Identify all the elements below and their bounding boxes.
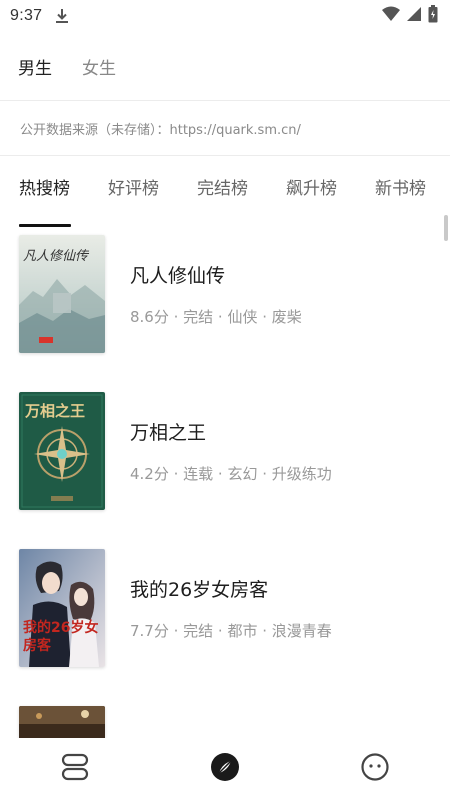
cover-title-text: 我的26岁女房客 — [23, 620, 99, 654]
book-meta: 7.7分 · 完结 · 都市 · 浪漫青春 — [130, 622, 332, 640]
book-title[interactable]: 我的26岁女房客 — [130, 575, 268, 602]
status-icons — [382, 5, 438, 27]
gender-tabs: 男生 女生 — [0, 32, 450, 100]
battery-icon — [428, 5, 438, 27]
book-cover[interactable]: 我的26岁女房客 — [19, 549, 105, 667]
tab-male[interactable]: 男生 — [18, 54, 52, 79]
book-meta: 8.6分 · 完结 · 仙侠 · 废柴 — [130, 308, 302, 326]
ranking-tabs: 热搜榜 好评榜 完结榜 飙升榜 新书榜 — [0, 156, 450, 227]
wifi-icon — [382, 6, 400, 26]
tab-hot-search[interactable]: 热搜榜 — [19, 174, 71, 227]
book-title[interactable]: 凡人修仙传 — [130, 261, 225, 288]
tab-rising[interactable]: 飙升榜 — [286, 174, 337, 199]
nav-discover[interactable] — [150, 738, 300, 800]
face-icon — [360, 752, 390, 786]
book-item[interactable]: 万相之王 万相之王 4.2分 · 连载 · 玄幻 · 升级练功 — [0, 392, 440, 512]
tab-new-books[interactable]: 新书榜 — [375, 174, 426, 199]
book-cover[interactable] — [19, 706, 105, 738]
download-icon — [54, 7, 70, 25]
book-cover[interactable]: 凡人修仙传 — [19, 235, 105, 353]
data-source-notice: 公开数据来源（未存储）：https://quark.sm.cn/ — [0, 101, 450, 155]
data-source-text: 公开数据来源（未存储）：https://quark.sm.cn/ — [20, 122, 301, 138]
book-item[interactable]: 我的26岁女房客 我的26岁女房客 7.7分 · 完结 · 都市 · 浪漫青春 — [0, 549, 440, 669]
book-item[interactable] — [0, 706, 440, 738]
nav-profile[interactable] — [300, 738, 450, 800]
book-item[interactable]: 凡人修仙传 凡人修仙传 8.6分 · 完结 · 仙侠 · 废柴 — [0, 235, 440, 355]
tab-female[interactable]: 女生 — [82, 54, 116, 79]
status-bar: 9:37 — [0, 0, 450, 32]
compass-icon — [210, 752, 240, 786]
signal-icon — [406, 6, 422, 26]
book-list[interactable]: 凡人修仙传 凡人修仙传 8.6分 · 完结 · 仙侠 · 废柴 万相之王 万相之… — [0, 216, 450, 738]
tab-completed[interactable]: 完结榜 — [197, 174, 248, 199]
book-meta: 4.2分 · 连载 · 玄幻 · 升级练功 — [130, 465, 332, 483]
bottom-navigation — [0, 738, 450, 800]
bookshelf-icon — [60, 753, 90, 785]
nav-bookshelf[interactable] — [0, 738, 150, 800]
book-title[interactable]: 万相之王 — [130, 418, 206, 445]
status-time: 9:37 — [10, 7, 43, 24]
cover-title-text: 万相之王 — [25, 402, 86, 420]
book-cover[interactable]: 万相之王 — [19, 392, 105, 510]
tab-top-rated[interactable]: 好评榜 — [108, 174, 159, 199]
cover-title-text: 凡人修仙传 — [23, 249, 89, 264]
